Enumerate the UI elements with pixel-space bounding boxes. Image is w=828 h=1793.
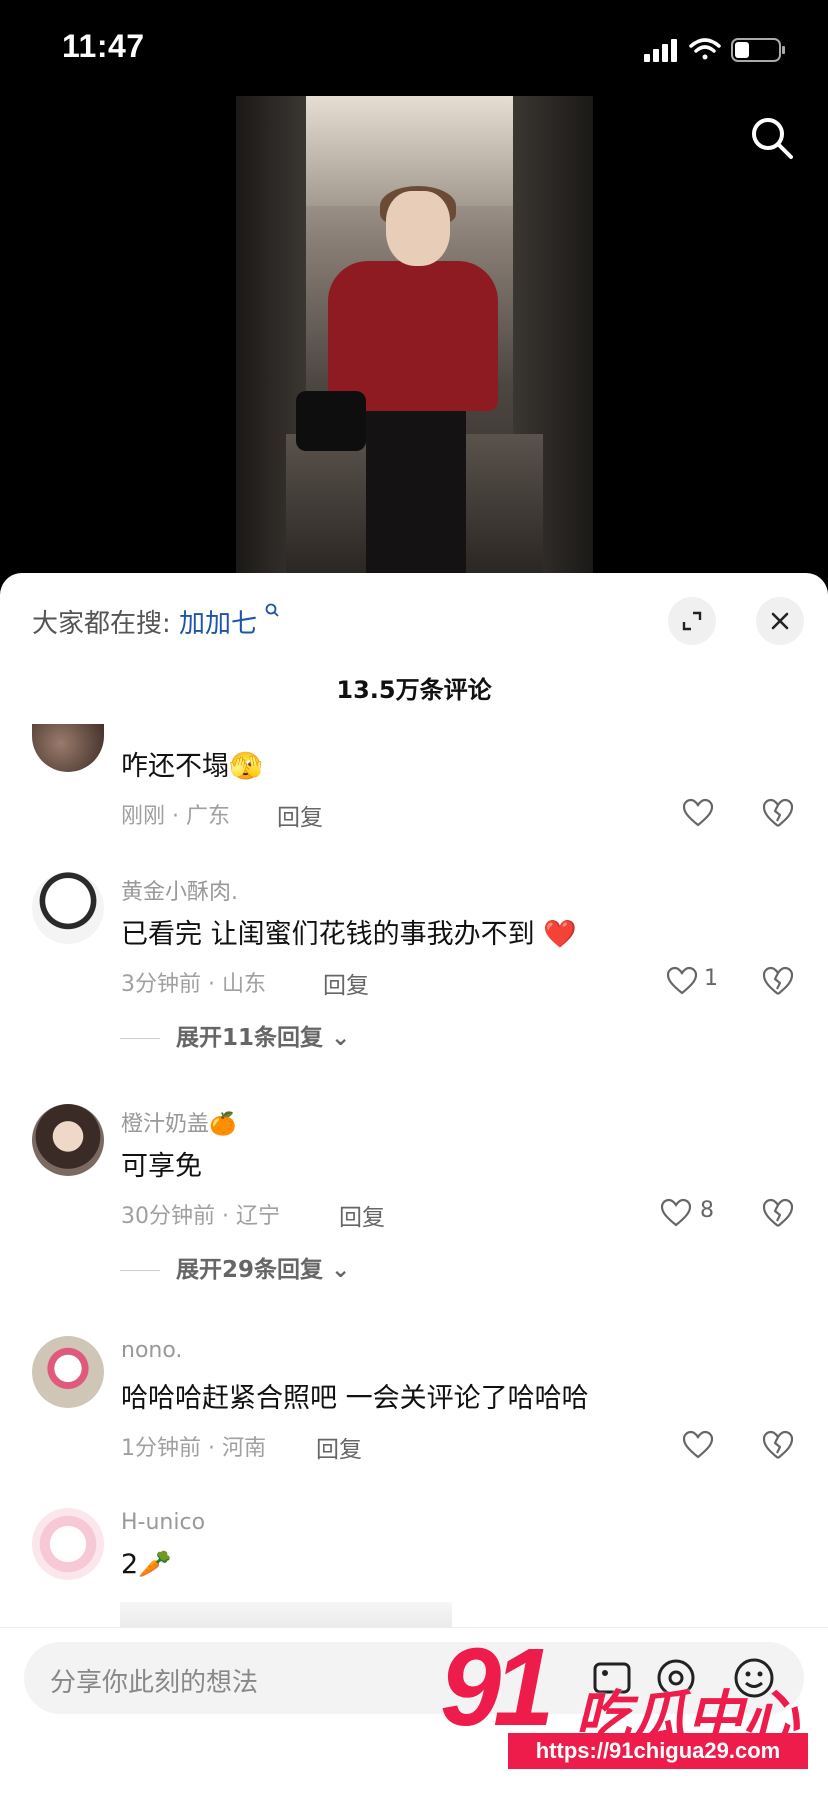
expand-replies-button[interactable]: 展开11条回复 ⌄	[120, 1018, 350, 1052]
expand-button[interactable]	[668, 597, 716, 645]
comment-text: 哈哈哈赶紧合照吧 一会关评论了哈哈哈	[121, 1383, 589, 1414]
chevron-down-icon: ⌄	[331, 1257, 351, 1283]
avatar[interactable]	[32, 1104, 104, 1176]
comment-meta: 刚刚 · 广东	[121, 804, 230, 829]
comment-meta: 1分钟前 · 河南	[121, 1436, 266, 1461]
emoji: ❤️	[543, 919, 577, 950]
heart-icon[interactable]	[682, 1430, 714, 1460]
comment-meta: 3分钟前 · 山东	[121, 972, 266, 997]
close-icon	[771, 612, 789, 630]
status-icons	[644, 38, 785, 62]
status-time: 11:47	[62, 28, 145, 64]
chevron-down-icon: ⌄	[331, 1025, 351, 1051]
emoji: 🫣	[229, 751, 263, 782]
comment-input-placeholder: 分享你此刻的想法	[50, 1668, 259, 1698]
heart-icon[interactable]	[666, 966, 698, 996]
comment-text: 咋还不塌🫣	[121, 751, 263, 782]
broken-heart-icon[interactable]	[762, 965, 794, 997]
comment-text: 可享免	[121, 1151, 202, 1182]
search-icon[interactable]	[748, 114, 796, 162]
close-button[interactable]	[756, 597, 804, 645]
orange-emoji: 🍊	[209, 1112, 237, 1137]
username[interactable]: nono.	[121, 1338, 182, 1363]
video-frame[interactable]	[236, 96, 593, 574]
image-icon[interactable]	[590, 1656, 634, 1700]
comment-text: 已看完 让闺蜜们花钱的事我办不到 ❤️	[121, 919, 577, 950]
small-search-icon	[265, 603, 279, 617]
avatar[interactable]	[32, 1336, 104, 1408]
emoji-icon[interactable]	[732, 1656, 776, 1700]
comment-meta: 30分钟前 · 辽宁	[121, 1204, 280, 1229]
hot-search[interactable]: 大家都在搜: 加加七	[32, 603, 279, 640]
signal-icon	[644, 39, 677, 62]
username[interactable]: 橙汁奶盖🍊	[121, 1106, 236, 1138]
hot-search-keyword[interactable]: 加加七	[179, 609, 257, 639]
comment-text: 2🥕	[121, 1549, 172, 1580]
reply-button[interactable]: 回复	[277, 798, 323, 832]
battery-icon	[731, 38, 785, 62]
heart-icon[interactable]	[660, 1198, 692, 1228]
hot-search-prefix: 大家都在搜:	[32, 609, 171, 639]
reply-button[interactable]: 回复	[316, 1430, 362, 1464]
like-count: 8	[700, 1198, 714, 1223]
reply-button[interactable]: 回复	[339, 1198, 385, 1232]
like-count: 1	[704, 966, 718, 991]
heart-icon[interactable]	[682, 798, 714, 828]
broken-heart-icon[interactable]	[762, 1429, 794, 1461]
expand-replies-button[interactable]: 展开29条回复 ⌄	[120, 1250, 350, 1284]
comment-count: 13.5万条评论	[336, 676, 492, 704]
expand-icon	[682, 611, 702, 631]
broken-heart-icon[interactable]	[762, 797, 794, 829]
username[interactable]: H-unico	[121, 1510, 205, 1535]
at-icon[interactable]	[654, 1656, 698, 1700]
wifi-icon	[689, 38, 721, 60]
comment-image-thumbnail[interactable]	[120, 1602, 452, 1627]
status-bar: 11:47	[0, 0, 828, 96]
broken-heart-icon[interactable]	[762, 1197, 794, 1229]
avatar[interactable]	[32, 872, 104, 944]
emoji: 🥕	[138, 1549, 172, 1580]
reply-button[interactable]: 回复	[323, 966, 369, 1000]
username[interactable]: 黄金小酥肉.	[121, 874, 238, 906]
bottom-input-bar: 分享你此刻的想法	[0, 1627, 828, 1793]
avatar[interactable]	[32, 1508, 104, 1580]
